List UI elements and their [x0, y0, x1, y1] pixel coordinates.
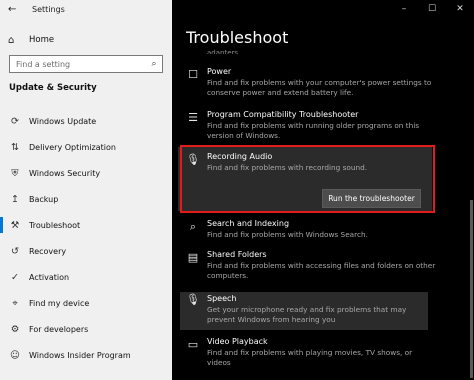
home-icon: ⌂ — [8, 34, 15, 46]
window-controls: – ☐ ✕ — [390, 0, 474, 18]
troubleshooter-video-playback[interactable]: ▭ Video Playback Find and fix problems w… — [180, 337, 438, 373]
sidebar-item-delivery-optimization[interactable]: ⇅ Delivery Optimization — [0, 134, 172, 160]
sidebar-item-label: Windows Security — [29, 168, 101, 178]
shield-icon: ⛨ — [11, 167, 19, 179]
search-icon: ⌕ — [189, 220, 197, 233]
minimize-icon[interactable]: – — [390, 0, 418, 18]
developer-icon: ⚙ — [10, 323, 20, 335]
sidebar-item-label: Find my device — [29, 298, 90, 308]
backup-icon: ↥ — [11, 193, 19, 205]
microphone-icon: 🎙 — [186, 293, 200, 306]
refresh-icon: ⟳ — [11, 115, 19, 127]
sidebar-item-label: Windows Update — [29, 116, 97, 126]
troubleshooter-description: Find and fix problems with Windows Searc… — [207, 230, 368, 239]
troubleshooter-shared-folders[interactable]: ▤ Shared Folders Find and fix problems w… — [180, 250, 438, 286]
sidebar: ← Settings ⌂ Home Find a setting ⌕ Updat… — [0, 0, 172, 380]
location-icon: ⌖ — [12, 297, 18, 309]
troubleshooter-program-compatibility[interactable]: ☰ Program Compatibility Troubleshooter F… — [180, 110, 438, 146]
delivery-icon: ⇅ — [11, 141, 19, 153]
troubleshooter-speech[interactable]: 🎙 Speech Get your microphone ready and f… — [180, 292, 428, 330]
page-title: Troubleshoot — [186, 28, 289, 47]
troubleshooter-description: Find and fix problems with accessing fil… — [207, 261, 436, 280]
sidebar-item-label: Recovery — [29, 246, 67, 256]
power-icon: ☐ — [188, 68, 198, 81]
back-arrow-icon[interactable]: ← — [8, 4, 24, 15]
scrollbar[interactable] — [470, 200, 473, 378]
highlight-box — [180, 145, 435, 213]
recovery-icon: ↺ — [11, 245, 19, 257]
home-label: Home — [29, 35, 55, 45]
troubleshooter-description: Find and fix problems with your computer… — [207, 78, 432, 97]
troubleshooter-title: Shared Folders — [207, 250, 267, 259]
sidebar-item-label: Troubleshoot — [29, 220, 81, 230]
search-placeholder: Find a setting — [16, 59, 71, 69]
troubleshooter-search-indexing[interactable]: ⌕ Search and Indexing Find and fix probl… — [180, 219, 438, 245]
shared-folder-icon: ▤ — [187, 251, 199, 264]
maximize-icon[interactable]: ☐ — [418, 0, 446, 18]
search-input[interactable]: Find a setting ⌕ — [9, 55, 163, 73]
sidebar-item-find-my-device[interactable]: ⌖ Find my device — [0, 290, 172, 316]
sidebar-item-for-developers[interactable]: ⚙ For developers — [0, 316, 172, 342]
troubleshooter-description: Find and fix problems with running older… — [207, 121, 420, 140]
sidebar-item-label: Activation — [29, 272, 70, 282]
sidebar-item-backup[interactable]: ↥ Backup — [0, 186, 172, 212]
program-list-icon: ☰ — [188, 111, 198, 124]
sidebar-nav: ⟳ Windows Update ⇅ Delivery Optimization… — [0, 108, 172, 368]
cut-off-text: adapters. — [207, 49, 241, 54]
troubleshooter-title: Speech — [207, 294, 237, 303]
troubleshooter-description: Find and fix problems with playing movie… — [207, 348, 413, 367]
search-icon[interactable]: ⌕ — [146, 59, 162, 69]
sidebar-item-label: Windows Insider Program — [29, 350, 131, 360]
section-title: Update & Security — [9, 83, 97, 93]
home-nav-item[interactable]: ⌂ Home — [0, 32, 172, 48]
sidebar-item-windows-insider-program[interactable]: ☺ Windows Insider Program — [0, 342, 172, 368]
troubleshooter-title: Program Compatibility Troubleshooter — [207, 110, 359, 119]
sidebar-item-label: Delivery Optimization — [29, 142, 116, 152]
sidebar-item-label: For developers — [29, 324, 89, 334]
wrench-icon: ⚒ — [10, 219, 20, 231]
insider-icon: ☺ — [10, 349, 20, 361]
close-icon[interactable]: ✕ — [446, 0, 474, 18]
troubleshooter-power[interactable]: ☐ Power Find and fix problems with your … — [180, 67, 438, 103]
troubleshooter-title: Power — [207, 67, 232, 76]
sidebar-item-troubleshoot[interactable]: ⚒ Troubleshoot — [0, 212, 172, 238]
troubleshooter-description: Get your microphone ready and fix proble… — [207, 305, 407, 324]
sidebar-item-activation[interactable]: ✓ Activation — [0, 264, 172, 290]
sidebar-item-windows-update[interactable]: ⟳ Windows Update — [0, 108, 172, 134]
sidebar-item-label: Backup — [29, 194, 59, 204]
troubleshooter-title: Search and Indexing — [207, 219, 290, 228]
activation-icon: ✓ — [11, 271, 19, 283]
sidebar-item-windows-security[interactable]: ⛨ Windows Security — [0, 160, 172, 186]
title-bar: ← Settings — [0, 0, 172, 18]
video-icon: ▭ — [187, 338, 199, 351]
sidebar-item-recovery[interactable]: ↺ Recovery — [0, 238, 172, 264]
troubleshooter-title: Video Playback — [207, 337, 268, 346]
app-title: Settings — [32, 4, 65, 14]
